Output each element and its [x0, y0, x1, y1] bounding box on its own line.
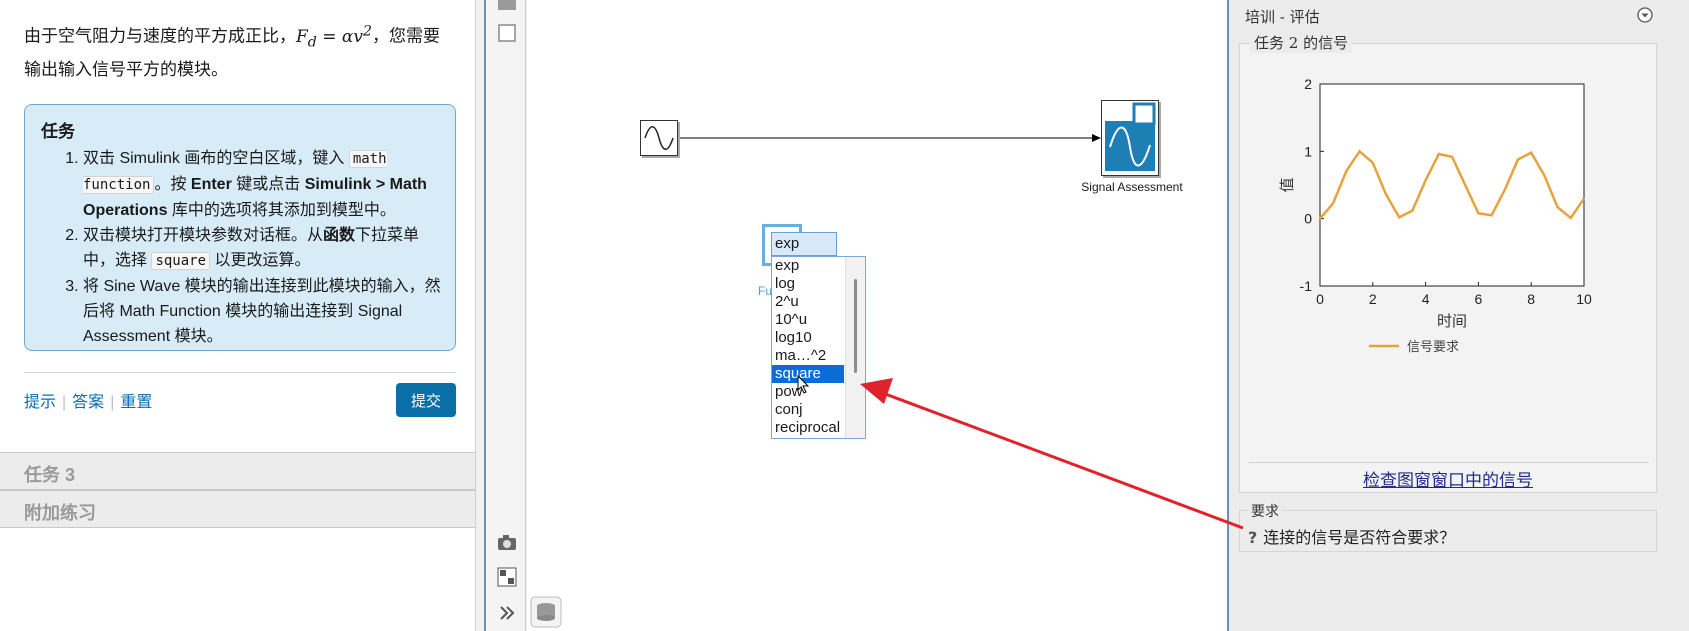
x-tick-label: 2: [1369, 291, 1377, 307]
y-axis-label: 值: [1278, 177, 1296, 192]
dropdown-option[interactable]: reciprocal: [772, 419, 844, 437]
dropdown-option[interactable]: 10^u: [772, 311, 844, 329]
question-icon: ?: [1248, 528, 1258, 547]
x-tick-label: 0: [1316, 291, 1324, 307]
x-tick-label: 8: [1527, 291, 1535, 307]
math-function-label: Fu: [758, 284, 773, 298]
x-axis-label: 时间: [1437, 312, 1467, 330]
panel-header: 培训 - 评估: [1245, 8, 1320, 26]
signal-chart: 0 2 4 6 8 10-1012时间值信号要求: [1278, 76, 1592, 355]
x-tick-label: 6: [1475, 291, 1483, 307]
signal-assessment-block[interactable]: [1101, 100, 1159, 176]
y-tick-label: -1: [1300, 278, 1313, 294]
sine-wave-icon: [644, 126, 674, 150]
plot-panel-title: 任务 2 的信号: [1250, 32, 1353, 53]
function-combobox[interactable]: exp: [771, 232, 837, 256]
mouse-cursor-icon: [797, 375, 810, 394]
x-tick-label: 4: [1422, 291, 1430, 307]
x-tick-label: 10: [1576, 291, 1592, 307]
signal-assessment-icon: [1105, 102, 1156, 171]
y-tick-label: 2: [1304, 76, 1312, 92]
requirements-title: 要求: [1248, 501, 1282, 521]
function-dropdown-list[interactable]: exp log 2^u 10^u log10 ma…^2 square pow conj reci…: [771, 256, 866, 439]
check-signal-link[interactable]: 检查图窗窗口中的信号: [1239, 466, 1657, 491]
dropdown-option[interactable]: exp: [772, 257, 844, 275]
requirement-item: ? 连接的信号是否符合要求？: [1248, 528, 1456, 547]
y-tick-label: 1: [1304, 143, 1312, 159]
plot-area: [1319, 83, 1585, 287]
scrollbar-thumb[interactable]: [854, 279, 857, 373]
divider: [1249, 462, 1649, 463]
dropdown-option[interactable]: log: [772, 275, 844, 293]
signal-assessment-label: Signal Assessment: [1081, 180, 1183, 194]
legend-label: 信号要求: [1407, 340, 1459, 355]
dropdown-scrollbar[interactable]: [845, 257, 865, 438]
dropdown-option[interactable]: log10: [772, 329, 844, 347]
dropdown-option[interactable]: 2^u: [772, 293, 844, 311]
dropdown-option[interactable]: conj: [772, 401, 844, 419]
y-tick-label: 0: [1304, 211, 1312, 227]
dropdown-option[interactable]: ma…^2: [772, 347, 844, 365]
collapse-icon[interactable]: [1636, 6, 1654, 24]
sine-wave-block[interactable]: [640, 120, 678, 156]
